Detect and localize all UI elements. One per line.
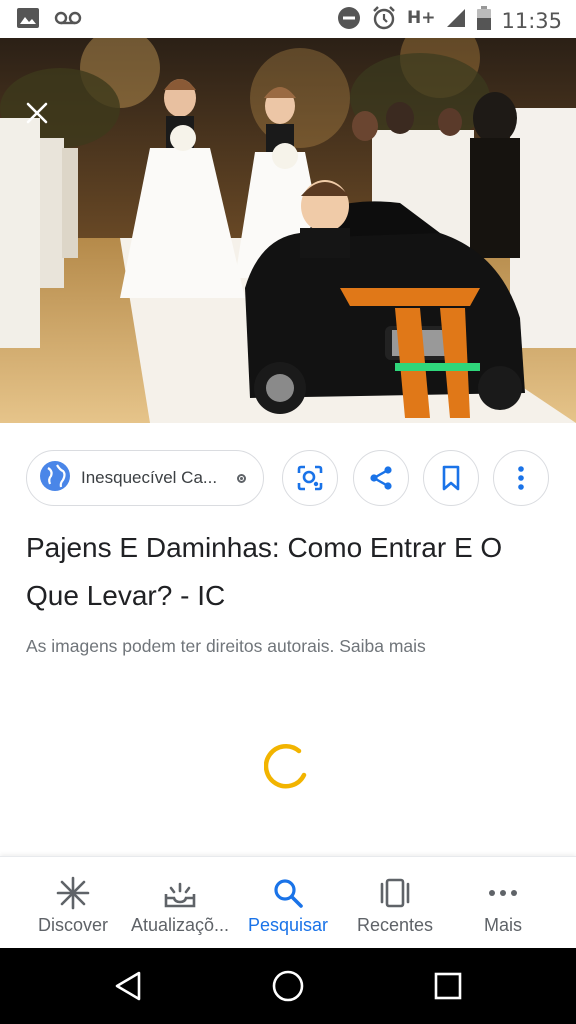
asterisk-icon (56, 876, 90, 910)
loading-spinner (263, 742, 312, 790)
close-button[interactable] (20, 96, 54, 130)
bookmark-button[interactable] (423, 450, 479, 506)
recents-icon (380, 878, 410, 908)
share-icon (370, 466, 392, 490)
status-bar: H+ 11:35 (0, 0, 576, 38)
updates-icon (164, 882, 196, 908)
nav-label: Recentes (356, 915, 434, 935)
result-image[interactable] (0, 38, 576, 423)
search-icon (274, 879, 303, 908)
system-navigation-bar (0, 948, 576, 1024)
lens-icon (297, 465, 323, 491)
alarm-icon (371, 5, 397, 36)
close-icon[interactable] (26, 102, 48, 124)
nav-label: Atualizaçõ... (130, 915, 230, 935)
nav-label: Mais (483, 915, 522, 935)
back-button[interactable] (108, 966, 148, 1006)
nav-more[interactable]: Mais (468, 857, 538, 949)
voicemail-icon (54, 10, 82, 31)
more-vert-icon (518, 466, 524, 490)
do-not-disturb-icon (337, 6, 361, 35)
more-horiz-icon (489, 890, 517, 896)
nav-label: Discover (37, 915, 108, 935)
copyright-notice[interactable]: As imagens podem ter direitos autorais. … (26, 636, 426, 657)
network-type: H+ (406, 7, 436, 28)
source-chip-label: Inesquecível Ca... (81, 468, 218, 487)
lens-button[interactable] (282, 450, 338, 506)
share-button[interactable] (353, 450, 409, 506)
globe-icon (39, 460, 71, 497)
more-options-button[interactable] (493, 450, 549, 506)
nav-label: Pesquisar (247, 915, 329, 935)
bottom-navigation: Discover Atualizaçõ... Pesquisar Recente… (0, 856, 576, 948)
signal-icon (445, 7, 467, 34)
info-dot-icon (237, 473, 246, 483)
nav-recents[interactable]: Recentes (352, 857, 438, 949)
home-button[interactable] (268, 966, 308, 1006)
back-icon (115, 971, 141, 1001)
nav-discover[interactable]: Discover (30, 857, 116, 949)
source-chip[interactable]: Inesquecível Ca... (26, 450, 264, 506)
nav-search[interactable]: Pesquisar (244, 857, 332, 949)
clock: 11:35 (501, 8, 562, 33)
image-icon (16, 7, 40, 34)
bookmark-icon (442, 465, 460, 491)
overview-button[interactable] (428, 966, 468, 1006)
overview-icon (434, 972, 462, 1000)
image-title[interactable]: Pajens E Daminhas: Como Entrar E O Que L… (26, 524, 546, 620)
action-row: Inesquecível Ca... (0, 449, 576, 507)
battery-icon (477, 6, 492, 35)
home-icon (272, 970, 304, 1002)
nav-updates[interactable]: Atualizaçõ... (126, 857, 234, 949)
